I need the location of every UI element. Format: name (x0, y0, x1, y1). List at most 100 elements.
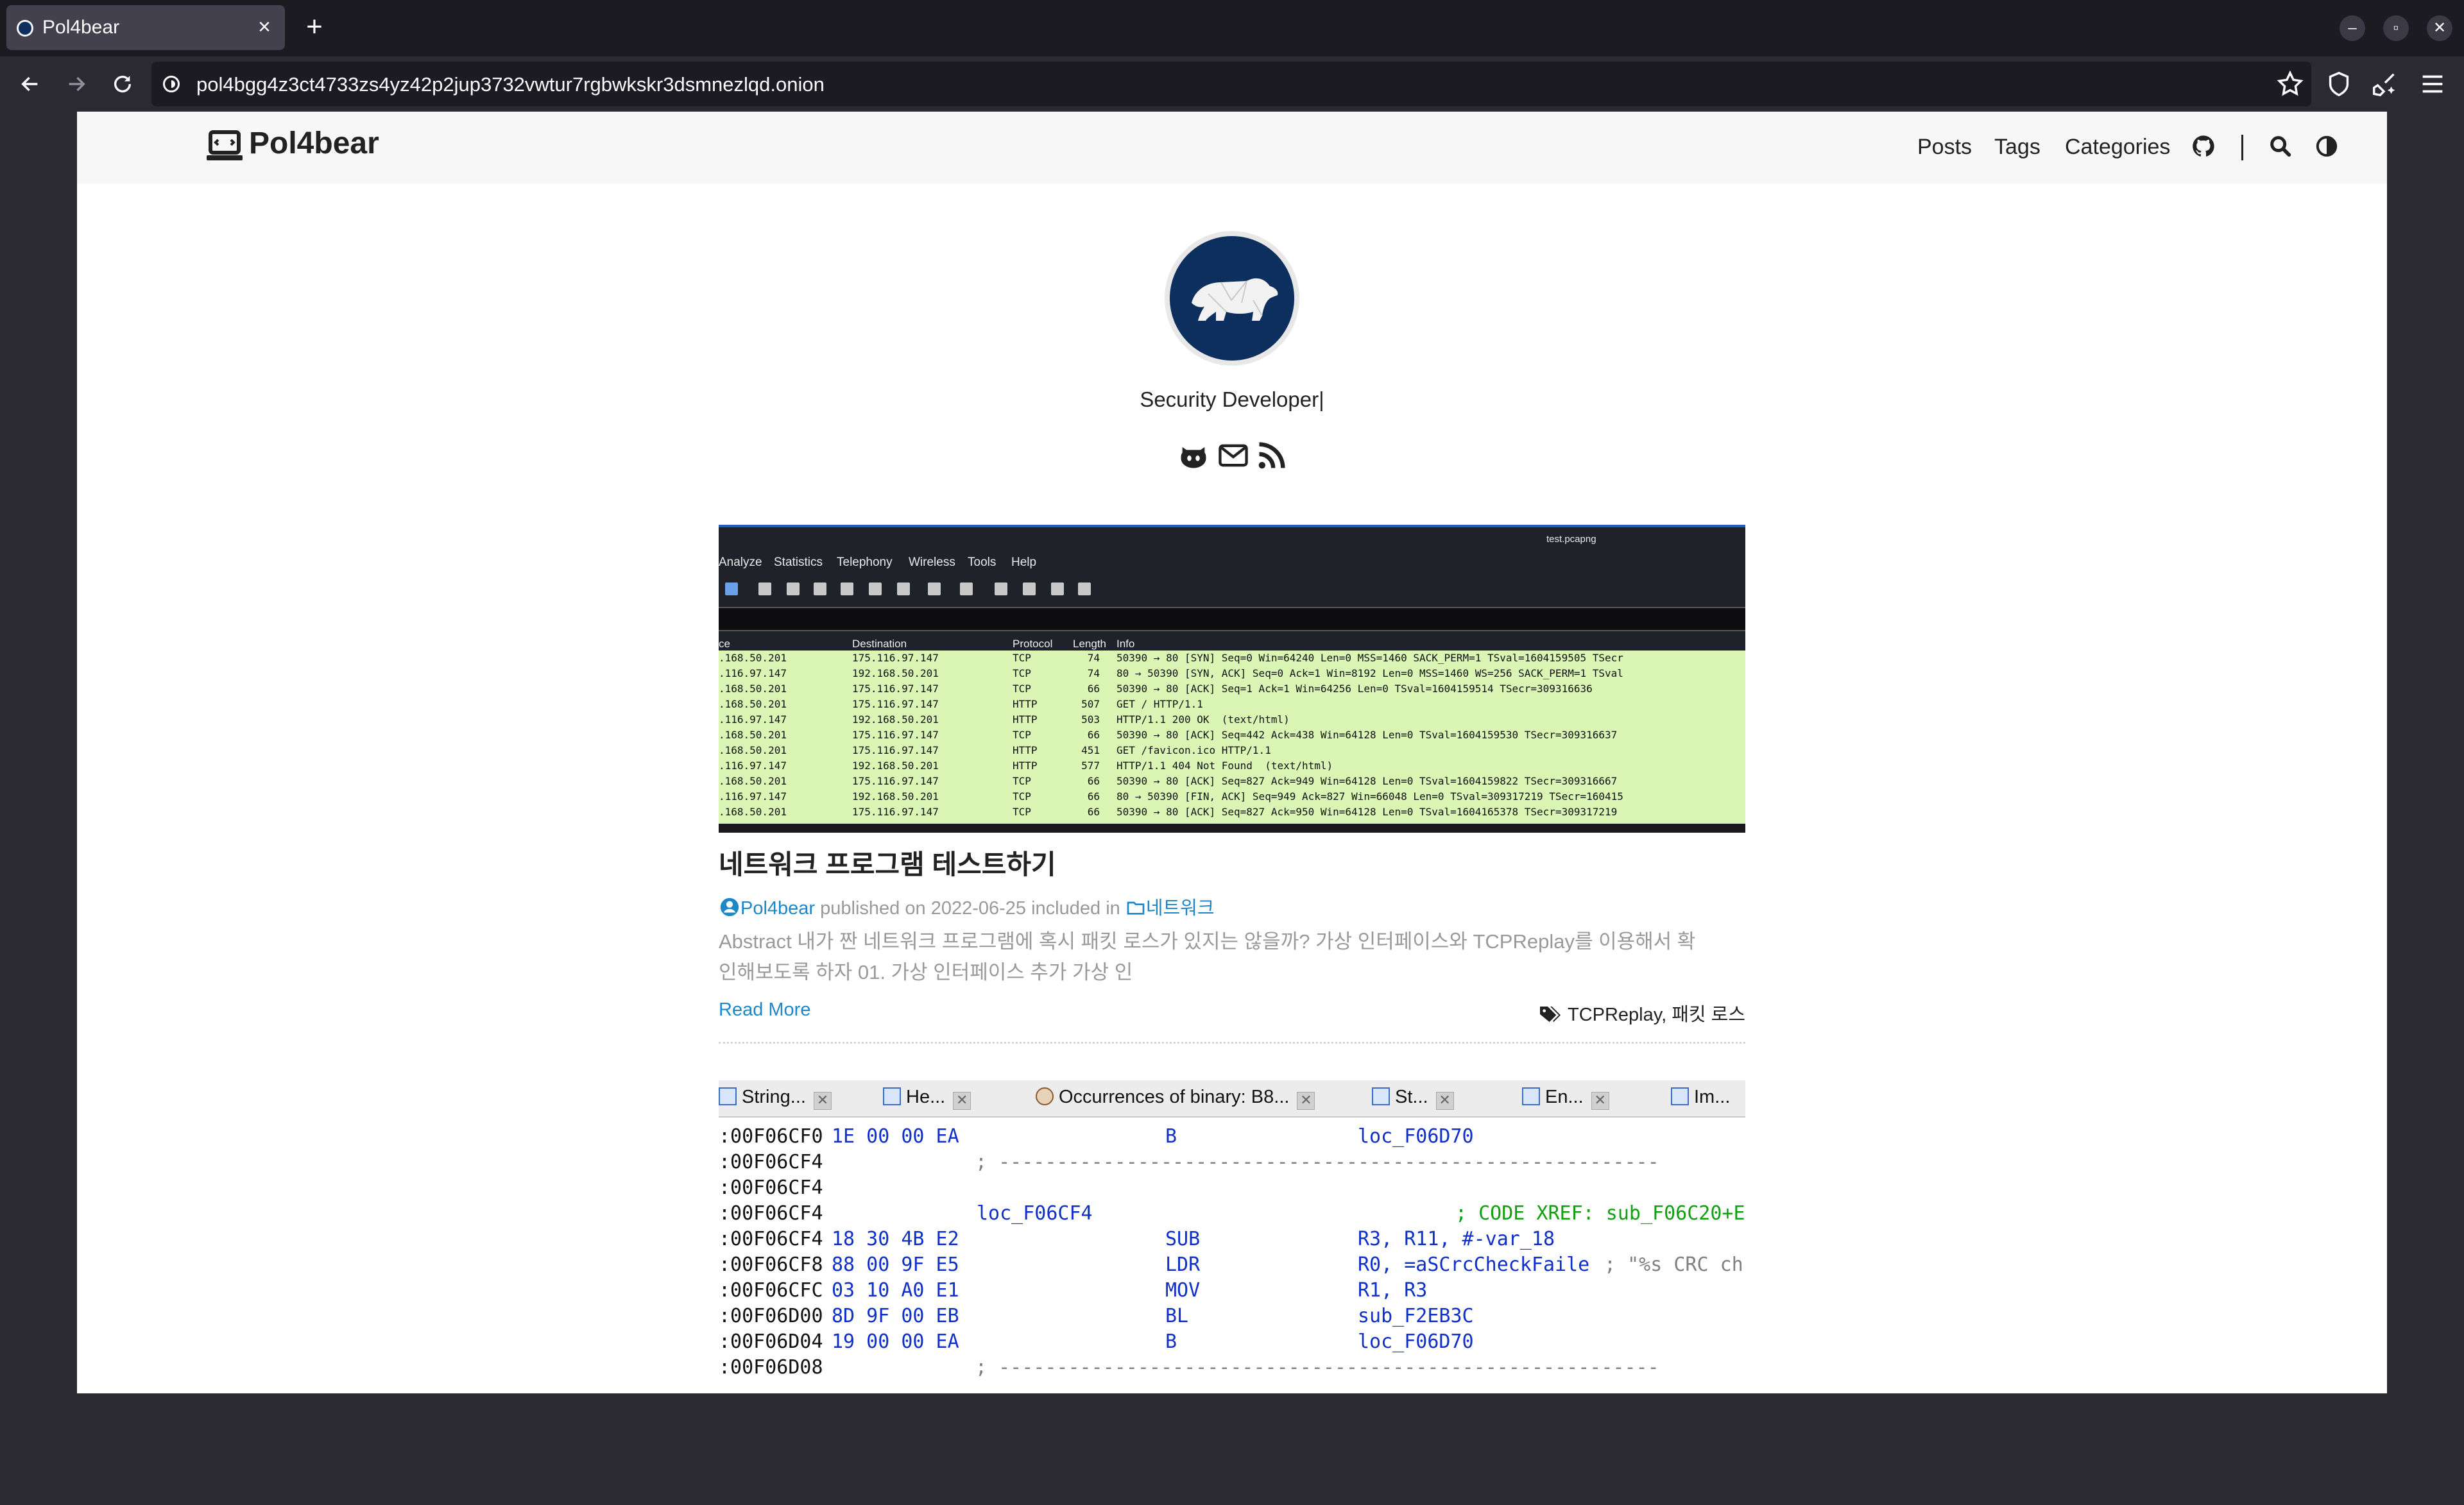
included-label: included in (1031, 898, 1120, 919)
app-menu-button[interactable] (2418, 69, 2447, 99)
packet-cell: 175.116.97.147 (852, 683, 939, 695)
packet-cell: TCP (1013, 775, 1031, 787)
packet-row: .168.50.201 175.116.97.147 TCP 74 50390 → 80… (719, 652, 1745, 667)
post-date: 2022-06-25 (930, 898, 1027, 919)
nav-categories[interactable]: Categories (2065, 135, 2170, 160)
disasm-line: :00F06CF4 (719, 1177, 1745, 1202)
column-header: ce (719, 638, 730, 650)
packet-cell: 74 (1087, 667, 1100, 679)
restore-button[interactable]: ▫ (2383, 15, 2409, 41)
packet-cell: 192.168.50.201 (852, 713, 939, 726)
tab-close-button[interactable]: × (252, 14, 277, 40)
theme-toggle-icon[interactable] (2314, 133, 2340, 159)
post-divider (719, 1042, 1745, 1044)
disasm-bytes: 88 00 9F E5 (832, 1254, 959, 1276)
packet-row: .168.50.201 175.116.97.147 TCP 66 50390 → 80… (719, 683, 1745, 698)
packet-cell: .168.50.201 (719, 744, 787, 756)
disasm-bytes: 1E 00 00 EA (832, 1125, 959, 1148)
disasm-line: :00F06CF4 18 30 4B E2 SUB R3, R11, #-var_18 (719, 1228, 1745, 1254)
browser-tab-active[interactable]: Pol4bear × (6, 5, 285, 50)
post-thumbnail[interactable]: test.pcapng Analyze Statistics Telephony… (719, 525, 1745, 833)
packet-cell: 451 (1081, 744, 1100, 756)
github-icon[interactable] (2191, 133, 2216, 159)
packet-cell: TCP (1013, 790, 1031, 803)
avatar (1165, 231, 1299, 366)
disasm-mn: MOV (1165, 1279, 1201, 1302)
packet-cell: HTTP/1.1 200 OK (text/html) (1116, 713, 1290, 726)
minimize-button[interactable]: – (2340, 15, 2365, 41)
disasm-line: :00F06CF0 1E 00 00 EA Bloc_F06D70 (719, 1125, 1745, 1151)
nav-tags[interactable]: Tags (1994, 135, 2041, 160)
disasm-addr: :00F06D00 (719, 1305, 823, 1327)
github-icon[interactable] (1177, 439, 1210, 472)
window-close-button[interactable]: ✕ (2427, 15, 2452, 41)
packet-cell: 50390 → 80 [SYN] Seq=0 Win=64240 Len=0 M… (1116, 652, 1623, 664)
packet-cell: 175.116.97.147 (852, 744, 939, 756)
menu-item: Help (1011, 556, 1037, 569)
packet-row: .116.97.147 192.168.50.201 HTTP 577 HTTP/1.1… (719, 760, 1745, 775)
tracking-protection-button[interactable] (2324, 69, 2354, 99)
disasm-bytes: 03 10 A0 E1 (832, 1279, 959, 1302)
packet-cell: .116.97.147 (719, 667, 787, 679)
url-text[interactable]: pol4bgg4z3ct4733zs4yz42p2jup3732vwtur7rg… (196, 73, 825, 96)
search-icon[interactable] (2268, 133, 2293, 159)
packet-cell: 66 (1087, 790, 1100, 803)
disasm-addr: :00F06D04 (719, 1331, 823, 1353)
post-category-link[interactable]: 네트워크 (1146, 898, 1215, 919)
address-bar[interactable]: pol4bgg4z3ct4733zs4yz42p2jup3732vwtur7rg… (151, 62, 2311, 106)
disasm-mn: SUB (1165, 1228, 1201, 1250)
packet-cell: 50390 → 80 [ACK] Seq=827 Ack=949 Win=641… (1116, 775, 1618, 787)
packet-cell: .168.50.201 (719, 652, 787, 664)
post-thumbnail[interactable]: String... ✕ He... ✕ Occurrences of binary:… (719, 1080, 1745, 1393)
packet-cell: HTTP/1.1 404 Not Found (text/html) (1116, 760, 1333, 772)
packet-cell: TCP (1013, 683, 1031, 695)
packet-cell: 192.168.50.201 (852, 790, 939, 803)
nav-posts[interactable]: Posts (1917, 135, 1972, 160)
column-header: Destination (852, 638, 907, 650)
extension-button[interactable] (2370, 69, 2400, 99)
post-summary: Abstract 내가 짠 네트워크 프로그램에 혹시 패킷 로스가 있지는 않… (719, 926, 1745, 988)
site-title[interactable]: Pol4bear (249, 126, 379, 161)
disasm-line: :00F06CF4 ; -----------------------------… (719, 1151, 1745, 1177)
post-title[interactable]: 네트워크 프로그램 테스트하기 (719, 843, 1056, 882)
rss-icon[interactable] (1255, 439, 1288, 472)
disasm-tab: Occurrences of binary: B8... ✕ (1036, 1087, 1315, 1111)
back-button[interactable] (14, 68, 46, 100)
packet-row: .116.97.147 192.168.50.201 TCP 74 80 → 50390… (719, 667, 1745, 683)
forward-button[interactable] (60, 68, 92, 100)
disasm-cmt: ; CODE XREF: sub_F06C20+E (1455, 1202, 1745, 1225)
disasm-op: R1, R3 (1358, 1279, 1428, 1302)
packet-cell: 50390 → 80 [ACK] Seq=442 Ack=438 Win=641… (1116, 729, 1618, 741)
laptop-logo-icon[interactable] (207, 130, 243, 163)
mail-icon[interactable] (1217, 439, 1250, 472)
packet-list-header: ce Destination Protocol Length Info (719, 638, 1745, 650)
folder-icon (1127, 901, 1145, 915)
packet-cell: GET /favicon.ico HTTP/1.1 (1116, 744, 1271, 756)
read-more-link[interactable]: Read More (719, 999, 810, 1021)
disasm-label: loc_F06CF4 (977, 1202, 1093, 1225)
packet-cell: GET / HTTP/1.1 (1116, 698, 1203, 710)
packet-list: .168.50.201 175.116.97.147 TCP 74 50390 → 80… (719, 650, 1745, 824)
disasm-tab: He... ✕ (883, 1087, 971, 1111)
bookmark-star-button[interactable] (2275, 69, 2305, 99)
post-meta: Pol4bear published on 2022-06-25 include… (719, 893, 1215, 920)
packet-cell: HTTP (1013, 744, 1038, 756)
packet-cell: HTTP (1013, 713, 1038, 726)
nav-separator (2241, 135, 2243, 160)
new-tab-button[interactable]: + (299, 13, 330, 44)
post-tags: TCPReplay, 패킷 로스 (1538, 999, 1745, 1026)
post-author-link[interactable]: Pol4bear (740, 898, 815, 919)
post-tags-text[interactable]: TCPReplay, 패킷 로스 (1568, 1005, 1745, 1025)
disasm-line: :00F06D04 19 00 00 EA Bloc_F06D70 (719, 1331, 1745, 1356)
packet-cell: 175.116.97.147 (852, 775, 939, 787)
disasm-op: sub_F2EB3C (1358, 1305, 1474, 1327)
disasm-addr: :00F06CF4 (719, 1151, 823, 1173)
packet-row: .168.50.201 175.116.97.147 HTTP 507 GET / HT… (719, 698, 1745, 713)
reload-button[interactable] (107, 68, 139, 100)
disasm-bytes: 19 00 00 EA (832, 1331, 959, 1353)
packet-cell: TCP (1013, 729, 1031, 741)
site-info-icon[interactable] (163, 76, 180, 92)
packet-cell: 192.168.50.201 (852, 760, 939, 772)
menu-item: Tools (968, 556, 997, 569)
disasm-mn: B (1165, 1331, 1177, 1353)
